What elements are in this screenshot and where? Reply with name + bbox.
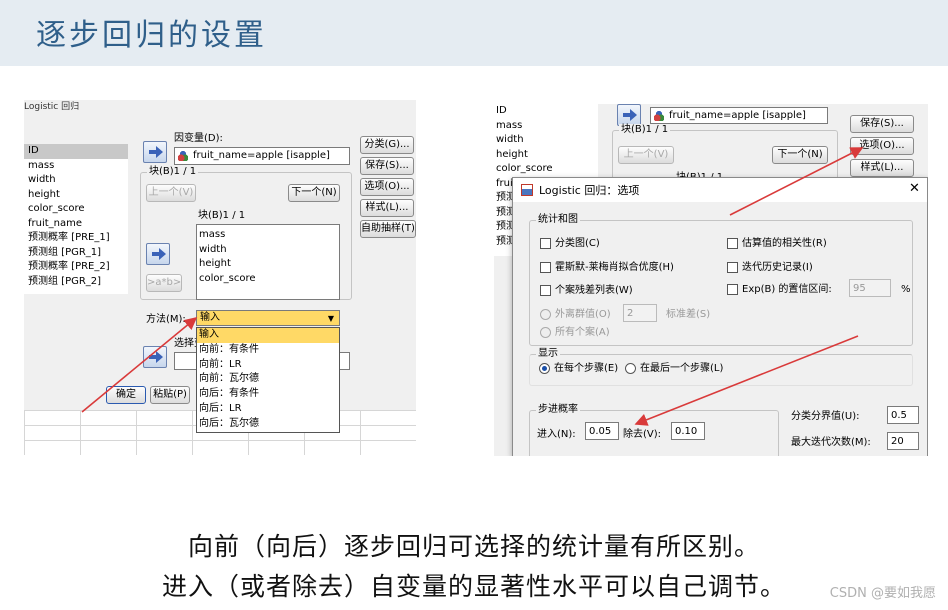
dropdown-option[interactable]: 向前：LR [197,358,339,373]
annotation-arrows [81,147,864,426]
arrow-to-options [729,147,864,216]
dropdown-option[interactable]: 输入 [197,328,339,343]
dropdown-option[interactable]: 向前：有条件 [197,343,339,358]
dropdown-option[interactable]: 向后：LR [197,402,339,417]
arrow-to-method [81,316,198,413]
watermark: CSDN @要如我愿 [829,586,936,601]
caption-line-1: 向前（向后）逐步回归可选择的统计量有所区别。 [187,532,760,561]
method-dropdown[interactable]: 输入 向前：有条件 向前：LR 向前：瓦尔德 向后：有条件 向后：LR 向后：瓦… [196,327,340,433]
dropdown-option[interactable]: 向后：瓦尔德 [197,417,339,432]
dropdown-option[interactable]: 向前：瓦尔德 [197,372,339,387]
dropdown-option[interactable]: 向后：有条件 [197,387,339,402]
arrow-to-step-probability [634,335,859,426]
caption-line-2: 进入（或者除去）自变量的显著性水平可以自己调节。 [161,572,786,601]
